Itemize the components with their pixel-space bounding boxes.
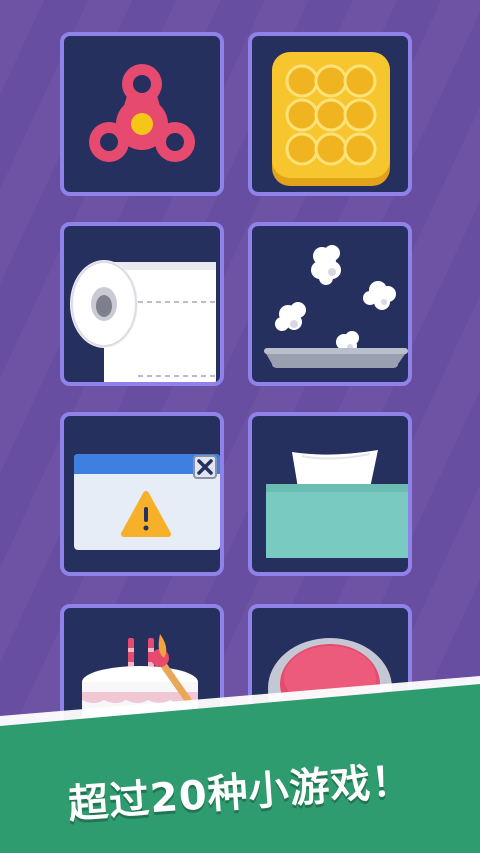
popcorn-icon — [264, 245, 408, 368]
pop-it-icon — [272, 52, 390, 186]
game-tile-pop-it[interactable] — [248, 32, 412, 196]
error-dialog-icon — [74, 454, 220, 550]
red-button-icon — [268, 638, 392, 746]
game-tile-birthday-cake[interactable] — [60, 604, 224, 768]
game-tile-fidget-spinner[interactable] — [60, 32, 224, 196]
toilet-paper-icon — [70, 260, 216, 382]
game-tile-error-dialog[interactable] — [60, 412, 224, 576]
tissue-box-icon — [266, 450, 408, 558]
game-tile-tissue-box[interactable] — [248, 412, 412, 576]
game-tile-popcorn[interactable] — [248, 222, 412, 386]
birthday-cake-match-icon — [82, 634, 198, 742]
game-tile-red-button[interactable] — [248, 604, 412, 768]
fidget-spinner-icon — [89, 64, 195, 162]
game-grid — [0, 0, 480, 853]
game-tile-toilet-paper[interactable] — [60, 222, 224, 386]
